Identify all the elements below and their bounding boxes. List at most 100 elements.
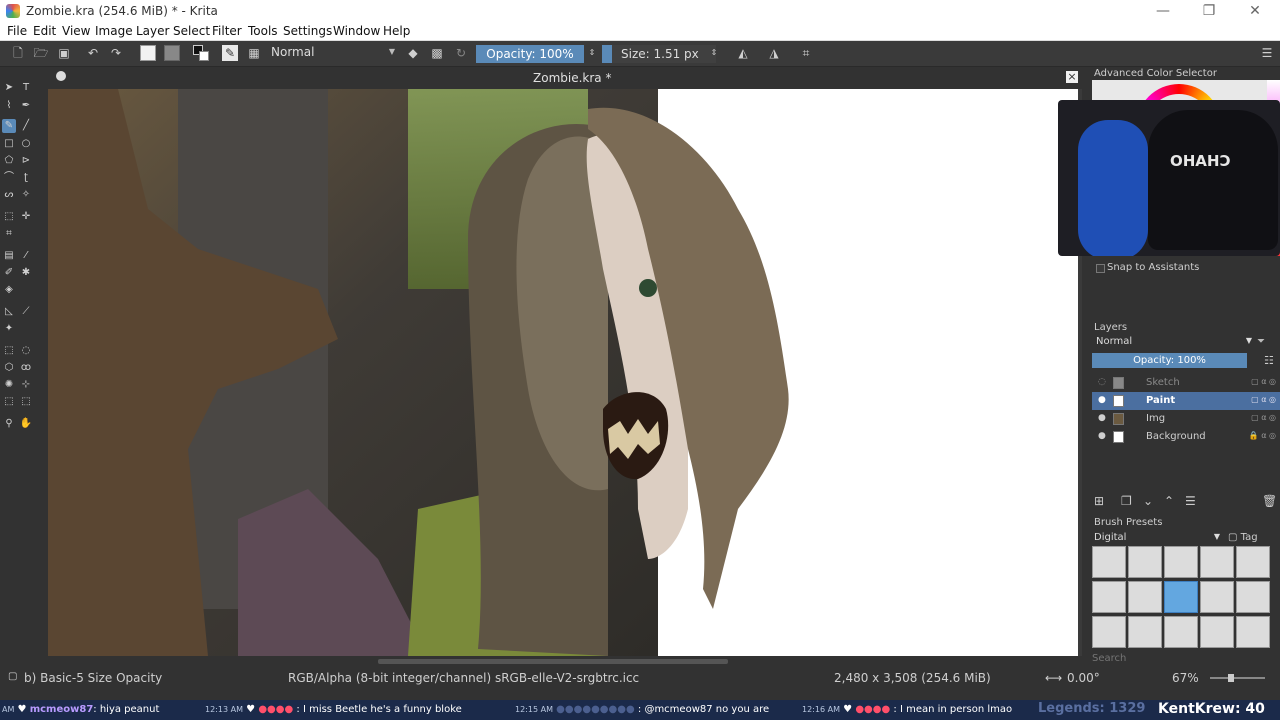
brush-search-box[interactable]: [1092, 650, 1272, 665]
line-tool-icon[interactable]: ╱: [19, 119, 33, 133]
gradient-tool-icon[interactable]: ▤: [2, 249, 16, 263]
layer-row-img[interactable]: ● Img ▢ α ◎: [1092, 410, 1280, 428]
hscroll-thumb[interactable]: [378, 659, 728, 664]
opacity-slider[interactable]: Opacity: 100%: [476, 45, 584, 63]
layer-flags-icon[interactable]: ▢ α ◎: [1251, 395, 1276, 404]
eye-hidden-icon[interactable]: ◌: [1098, 377, 1108, 387]
brush-preset-ink-icon[interactable]: [1164, 546, 1198, 578]
canvas[interactable]: [48, 89, 1078, 656]
snap-to-assistants[interactable]: Snap to Assistants: [1094, 262, 1280, 276]
fill-tool-icon[interactable]: ◈: [2, 283, 16, 297]
toolbar-menu-icon[interactable]: ☰: [1259, 45, 1275, 61]
brush-preset-wet-icon[interactable]: [1200, 616, 1234, 648]
brush-search-input[interactable]: [1092, 652, 1262, 665]
layers-opacity-slider[interactable]: Opacity: 100%: [1092, 353, 1247, 368]
undo-icon[interactable]: ↶: [85, 45, 101, 61]
eye-icon[interactable]: ●: [1098, 413, 1108, 423]
minimize-button[interactable]: —: [1140, 0, 1186, 22]
layer-menu-icon[interactable]: ☰: [1185, 494, 1196, 508]
canvas-tab-title[interactable]: Zombie.kra *: [533, 71, 611, 85]
magnetic-select-icon[interactable]: ⬚: [19, 395, 33, 409]
lock-icon[interactable]: 🔒 α ◎: [1249, 431, 1276, 440]
close-canvas-icon[interactable]: ×: [1066, 71, 1078, 83]
pan-tool-icon[interactable]: ✋: [19, 417, 33, 431]
measure-tool-icon[interactable]: ⟋: [19, 305, 33, 319]
select-shapes-icon[interactable]: ➤: [2, 81, 16, 95]
calligraphy-icon[interactable]: ✒: [19, 99, 33, 113]
reference-tool-icon[interactable]: ✦: [2, 322, 16, 336]
fill-gradient-swatch[interactable]: [140, 45, 156, 61]
brush-preset-blender-icon[interactable]: [1128, 581, 1162, 613]
layer-row-sketch[interactable]: ◌ Sketch ▢ α ◎: [1092, 374, 1280, 392]
menu-settings[interactable]: Settings: [283, 24, 332, 38]
zoom-tool-icon[interactable]: ⚲: [2, 417, 16, 431]
rect-select-icon[interactable]: ⬚: [2, 344, 16, 358]
brush-preset-pencil-icon[interactable]: [1092, 546, 1126, 578]
ellipse-select-icon[interactable]: ◌: [19, 344, 33, 358]
similar-select-icon[interactable]: ⊹: [19, 378, 33, 392]
assistant-tool-icon[interactable]: ◺: [2, 305, 16, 319]
opacity-spin-icon[interactable]: ⇕: [584, 45, 600, 61]
open-folder-icon[interactable]: 🗁: [33, 45, 49, 61]
menu-window[interactable]: Window: [333, 24, 380, 38]
brush-preset-liner-icon[interactable]: [1236, 581, 1270, 613]
dynamic-brush-icon[interactable]: ᔕ: [2, 188, 16, 202]
eye-icon[interactable]: ●: [1098, 395, 1108, 405]
ellipse-tool-icon[interactable]: ○: [19, 137, 33, 151]
add-layer-icon[interactable]: ⊞: [1094, 494, 1104, 508]
polyline-tool-icon[interactable]: ⊳: [19, 154, 33, 168]
polygon-tool-icon[interactable]: ⬠: [2, 154, 16, 168]
brush-preset-marker-icon[interactable]: [1200, 546, 1234, 578]
outline-select-icon[interactable]: ꝏ: [19, 361, 33, 375]
menu-layer[interactable]: Layer: [136, 24, 169, 38]
contiguous-select-icon[interactable]: ✺: [2, 378, 16, 392]
rotate-icon[interactable]: ⟷: [1045, 671, 1062, 685]
brush-preset-blue-pen-icon[interactable]: [1128, 616, 1162, 648]
text-tool-icon[interactable]: T: [19, 81, 33, 95]
smart-patch-icon[interactable]: ✱: [19, 266, 33, 280]
close-window-button[interactable]: ✕: [1232, 0, 1278, 22]
restore-button[interactable]: ❐: [1186, 0, 1232, 22]
brush-preset-soft-icon[interactable]: [1092, 581, 1126, 613]
canvas-horizontal-scrollbar[interactable]: [48, 656, 1080, 668]
snap-checkbox[interactable]: [1096, 264, 1105, 273]
mirror-vertical-icon[interactable]: ◮: [766, 45, 782, 61]
grid-icon[interactable]: ▦: [246, 45, 262, 61]
menu-image[interactable]: Image: [95, 24, 133, 38]
polygon-select-icon[interactable]: ⬡: [2, 361, 16, 375]
bezier-select-icon[interactable]: ⬚: [2, 395, 16, 409]
eye-icon[interactable]: ●: [1098, 431, 1108, 441]
brush-preset-pen-icon[interactable]: [1236, 546, 1270, 578]
brush-preset-texture-icon[interactable]: [1092, 616, 1126, 648]
pattern-swatch[interactable]: [164, 45, 180, 61]
redo-icon[interactable]: ↷: [108, 45, 124, 61]
size-slider[interactable]: Size: 1.51 px: [602, 45, 716, 63]
blend-mode-select[interactable]: Normal ▼: [268, 45, 398, 63]
crop-tool-icon[interactable]: ⌗: [2, 227, 16, 241]
move-layer-down-icon[interactable]: ⌄: [1143, 494, 1153, 508]
eraser-icon[interactable]: ◆: [405, 45, 421, 61]
menu-select[interactable]: Select: [173, 24, 210, 38]
menu-edit[interactable]: Edit: [33, 24, 56, 38]
bezier-tool-icon[interactable]: ⌒: [2, 171, 16, 185]
brush-preset-red-pen-icon[interactable]: [1164, 616, 1198, 648]
move-layer-up-icon[interactable]: ⌃: [1164, 494, 1174, 508]
brush-preset-basic5-icon[interactable]: [1164, 581, 1198, 613]
menu-filter[interactable]: Filter: [212, 24, 242, 38]
size-spin-icon[interactable]: ⇕: [706, 45, 722, 61]
mirror-horizontal-icon[interactable]: ◭: [735, 45, 751, 61]
reload-preset-icon[interactable]: ↻: [453, 45, 469, 61]
edit-shapes-icon[interactable]: ⌇: [2, 99, 16, 113]
color-picker-icon[interactable]: ⁄: [19, 249, 33, 263]
layers-blend-select[interactable]: Normal ▼: [1092, 336, 1252, 349]
brush-preset-airbrush-icon[interactable]: [1128, 546, 1162, 578]
fg-bg-color-icon[interactable]: [193, 45, 209, 61]
brush-preset-icon[interactable]: ✎: [222, 45, 238, 61]
layer-row-background[interactable]: ● Background 🔒 α ◎: [1092, 428, 1280, 446]
layer-properties-icon[interactable]: ☷: [1264, 354, 1274, 367]
menu-file[interactable]: File: [7, 24, 27, 38]
move-tool-icon[interactable]: ✛: [19, 210, 33, 224]
zoom-slider-handle[interactable]: [1228, 674, 1234, 682]
layer-row-paint[interactable]: ● Paint ▢ α ◎: [1092, 392, 1280, 410]
wraparound-icon[interactable]: ⌗: [798, 45, 814, 61]
